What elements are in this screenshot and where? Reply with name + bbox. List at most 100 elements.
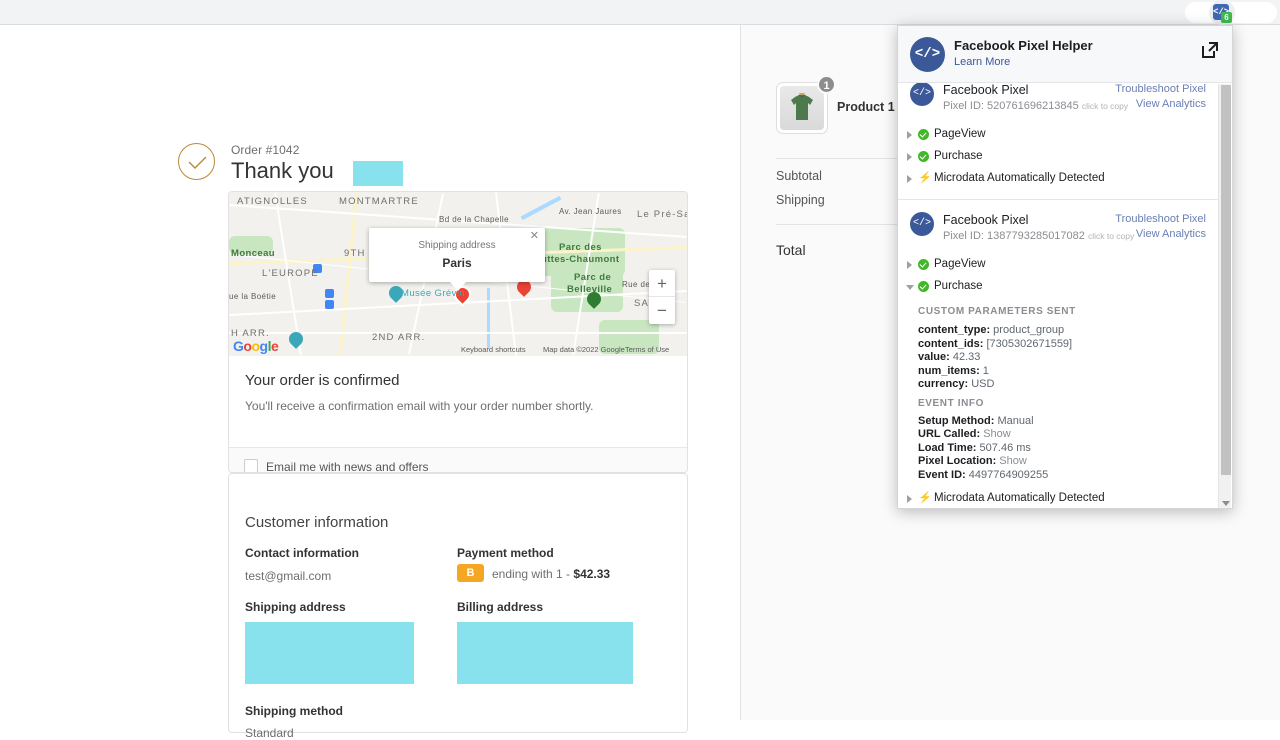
event-info-heading: EVENT INFO [918, 397, 985, 409]
map-terms-link[interactable]: Terms of Use [625, 345, 669, 354]
shipping-map[interactable]: ATIGNOLLES MONTMARTRE Bd de la Chapelle Av.… [229, 192, 687, 356]
email-optin-row[interactable]: Email me with news and offers [229, 447, 687, 473]
extension-badge: 6 [1221, 12, 1232, 23]
pixel-event-row[interactable]: ⚡ Microdata Automatically Detected [898, 170, 1220, 188]
map-label: Parc de [574, 272, 612, 283]
email-optin-label: Email me with news and offers [266, 460, 429, 473]
pixel-event-label: PageView [934, 258, 986, 270]
close-icon[interactable]: ✕ [530, 231, 539, 242]
info-key: Event ID: [918, 468, 966, 481]
info-value: 507.46 ms [976, 441, 1031, 454]
keyboard-shortcuts-label[interactable]: Keyboard shortcuts [461, 345, 526, 354]
parameter-key: content_type: [918, 324, 991, 336]
pixel-event-label: Microdata Automatically Detected [934, 172, 1105, 184]
quantity-badge: 1 [817, 75, 836, 94]
order-confirmation-card: ATIGNOLLES MONTMARTRE Bd de la Chapelle Av.… [228, 191, 688, 473]
map-label: ue la Boétie [229, 292, 277, 301]
map-transit-icon [325, 289, 334, 298]
payment-amount: $42.33 [573, 567, 611, 581]
redacted-customer-name [353, 161, 403, 186]
info-key: Pixel Location: [918, 455, 997, 467]
map-label: Av. Jean Jaures [559, 207, 622, 216]
shipping-label: Shipping [776, 193, 825, 207]
event-info-row: Event ID: 4497764909255 [918, 469, 1048, 481]
facebook-pixel-helper-popup[interactable]: </> Facebook Pixel Helper Learn More </>… [897, 25, 1233, 509]
info-key: URL Called: [918, 428, 981, 440]
pixel-event-label: Purchase [934, 280, 983, 292]
pixel-id[interactable]: Pixel ID: 520761696213845 click to copy [943, 100, 1128, 112]
pixel-name: Facebook Pixel [943, 213, 1029, 227]
map-label: uttes-Chaumont [541, 254, 620, 265]
shipping-method-value: Standard [245, 726, 294, 740]
map-label: Monceau [231, 248, 275, 259]
order-number: Order #1042 [231, 143, 300, 157]
pixel-helper-body[interactable]: </> Facebook Pixel Pixel ID: 5207616962138… [898, 83, 1232, 508]
view-analytics-link[interactable]: View Analytics [1136, 228, 1206, 240]
show-link[interactable]: Show [980, 428, 1011, 440]
map-label: L'EUROPE [262, 268, 319, 279]
chevron-down-icon[interactable] [906, 285, 914, 294]
map-label: Le Pré-Sai [637, 209, 687, 220]
pixel-helper-header: </> Facebook Pixel Helper Learn More [898, 26, 1232, 83]
event-info-row: Setup Method: Manual [918, 415, 1034, 427]
troubleshoot-pixel-link[interactable]: Troubleshoot Pixel [1115, 213, 1206, 225]
custom-parameter-row: content_ids: [7305302671559] [918, 338, 1072, 350]
map-label: Rue de [622, 280, 651, 289]
email-optin-checkbox[interactable] [244, 459, 258, 472]
info-key: Load Time: [918, 441, 977, 454]
pixel-id[interactable]: Pixel ID: 1387793285017082 click to copy [943, 230, 1134, 242]
parameter-value: 1 [979, 364, 989, 377]
pixel-event-label: Microdata Automatically Detected [934, 492, 1105, 504]
pixel-event-row[interactable]: Purchase [898, 148, 1220, 166]
troubleshoot-pixel-link[interactable]: Troubleshoot Pixel [1115, 83, 1206, 95]
pixel-event-row[interactable]: PageView [898, 126, 1220, 144]
info-value: 4497764909255 [965, 468, 1049, 481]
event-info-row: Pixel Location: Show [918, 455, 1027, 467]
chevron-right-icon[interactable] [907, 175, 912, 183]
zoom-out-button[interactable]: − [649, 297, 675, 324]
success-check-icon [918, 259, 929, 270]
code-brackets-icon: </> [910, 37, 945, 72]
map-transit-icon [325, 300, 334, 309]
scrollbar-thumb[interactable] [1221, 85, 1231, 475]
chevron-right-icon[interactable] [907, 153, 912, 161]
parameter-value: product_group [990, 324, 1065, 336]
map-zoom-controls[interactable]: + − [649, 270, 675, 324]
address-bar[interactable] [2, 2, 1178, 23]
chevron-right-icon[interactable] [907, 131, 912, 139]
browser-toolbar: </> 6 [0, 0, 1280, 25]
popup-scrollbar[interactable] [1218, 84, 1231, 508]
parameter-key: num_items: [918, 364, 980, 377]
learn-more-link[interactable]: Learn More [954, 56, 1010, 68]
parameter-key: value: [918, 351, 950, 363]
chevron-right-icon[interactable] [907, 495, 912, 503]
map-label: 9TH [344, 248, 366, 259]
pixel-event-label: PageView [934, 128, 986, 140]
redacted-billing-address [457, 622, 633, 684]
payment-method-heading: Payment method [457, 546, 554, 560]
chevron-down-icon[interactable] [1222, 501, 1230, 506]
pixel-event-row[interactable]: PageView [898, 256, 1220, 274]
zoom-in-button[interactable]: + [649, 270, 675, 297]
pixel-event-row[interactable]: Purchase [898, 278, 1220, 296]
map-label: Belleville [567, 284, 613, 295]
customer-information-card: Customer information Contact information… [228, 473, 688, 740]
external-link-icon[interactable] [1200, 40, 1220, 60]
copy-hint: click to copy [1081, 101, 1129, 111]
pixel-event-row[interactable]: ⚡ Microdata Automatically Detected [898, 490, 1220, 508]
chevron-right-icon[interactable] [907, 261, 912, 269]
contact-information-heading: Contact information [245, 546, 359, 560]
product-name: Product 1 [837, 100, 895, 114]
custom-parameter-row: value: 42.33 [918, 351, 980, 363]
map-label: 2ND ARR. [372, 332, 426, 343]
parameter-value: USD [968, 378, 995, 390]
custom-parameter-row: content_type: product_group [918, 324, 1064, 336]
order-header: Order #1042 Thank you [178, 125, 598, 186]
green-tshirt-image [780, 86, 824, 130]
code-brackets-icon: </> [910, 83, 934, 106]
customer-information-title: Customer information [245, 514, 389, 531]
show-link[interactable]: Show [996, 455, 1027, 467]
pixel-name: Facebook Pixel [943, 83, 1029, 97]
infowindow-title: Shipping address [418, 240, 496, 251]
view-analytics-link[interactable]: View Analytics [1136, 98, 1206, 110]
